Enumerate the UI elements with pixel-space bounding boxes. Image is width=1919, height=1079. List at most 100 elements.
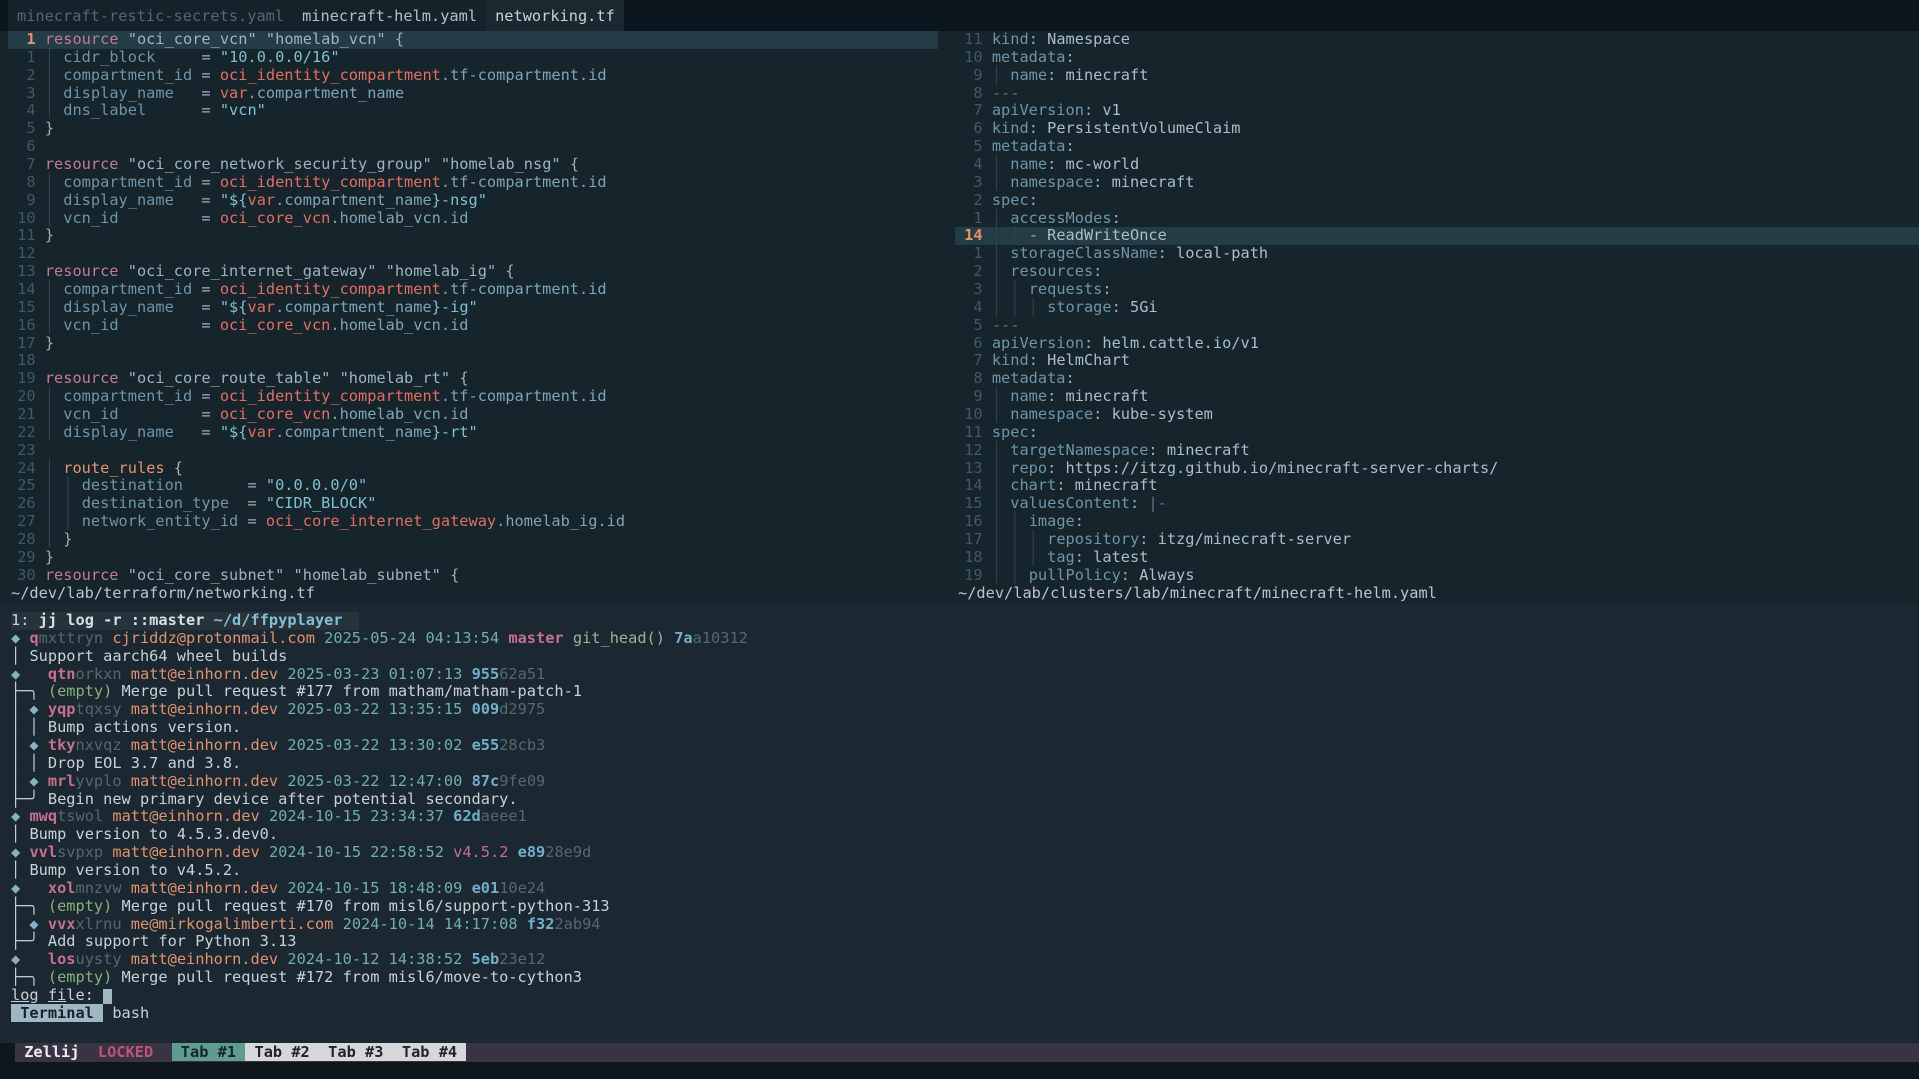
code-line[interactable]: 30 resource "oci_core_subnet" "homelab_s… — [8, 567, 938, 585]
zellij-tab[interactable]: Tab #2 — [245, 1043, 319, 1061]
log-line: ◆ xolmnzvw matt@einhorn.dev 2024-10-15 1… — [11, 880, 1919, 898]
code-line[interactable]: 4 │ │ │ storage: 5Gi — [955, 299, 1919, 317]
code-line[interactable]: 4 │ dns_label = "vcn" — [8, 102, 938, 120]
code-line[interactable]: 13 resource "oci_core_internet_gateway" … — [8, 263, 938, 281]
log-line: ◆ qmxttryn cjriddz@protonmail.com 2025-0… — [11, 630, 1919, 648]
editor-pane-minecraft-helm-yaml[interactable]: 11 kind: Namespace 10 metadata: 9 │ name… — [947, 31, 1919, 604]
code-line[interactable]: 3 │ │ requests: — [955, 281, 1919, 299]
code-line[interactable]: 8 │ compartment_id = oci_identity_compar… — [8, 174, 938, 192]
code-line[interactable]: 14 │ │ - ReadWriteOnce — [955, 227, 1919, 245]
code-line[interactable]: 14 │ compartment_id = oci_identity_compa… — [8, 281, 938, 299]
line-number: 1 — [955, 244, 992, 262]
code-line[interactable]: 7 resource "oci_core_network_security_gr… — [8, 156, 938, 174]
line-number: 14 — [8, 280, 45, 298]
editor-pane-networking-tf[interactable]: 1 resource "oci_core_vcn" "homelab_vcn" … — [0, 31, 938, 604]
line-number: 1 — [8, 48, 45, 66]
line-number: 19 — [8, 369, 45, 387]
line-number: 30 — [8, 566, 45, 584]
code-line[interactable]: 26 │ │ destination_type = "CIDR_BLOCK" — [8, 495, 938, 513]
code-line[interactable]: 1 │ storageClassName: local-path — [955, 245, 1919, 263]
code-line[interactable]: 6 kind: PersistentVolumeClaim — [955, 120, 1919, 138]
code-line[interactable]: 10 │ namespace: kube-system — [955, 406, 1919, 424]
code-line[interactable]: 2 │ resources: — [955, 263, 1919, 281]
code-line[interactable]: 5 metadata: — [955, 138, 1919, 156]
code-line[interactable]: 1 resource "oci_core_vcn" "homelab_vcn" … — [8, 31, 938, 49]
line-number: 6 — [955, 334, 992, 352]
code-line[interactable]: 4 │ name: mc-world — [955, 156, 1919, 174]
code-line[interactable]: 17 │ │ │ repository: itzg/minecraft-serv… — [955, 531, 1919, 549]
code-line[interactable]: 23 — [8, 442, 938, 460]
code-line[interactable]: 19 resource "oci_core_route_table" "home… — [8, 370, 938, 388]
line-number: 11 — [8, 226, 45, 244]
code-line[interactable]: 16 │ vcn_id = oci_core_vcn.homelab_vcn.i… — [8, 317, 938, 335]
log-line: │ ◆ yqptqxsy matt@einhorn.dev 2025-03-22… — [11, 701, 1919, 719]
code-line[interactable]: 7 kind: HelmChart — [955, 352, 1919, 370]
terminal-chip[interactable]: Terminal — [11, 1004, 103, 1022]
code-line[interactable]: 6 apiVersion: helm.cattle.io/v1 — [955, 335, 1919, 353]
code-line[interactable]: 13 │ repo: https://itzg.github.io/minecr… — [955, 460, 1919, 478]
code-line[interactable]: 10 metadata: — [955, 49, 1919, 67]
code-line[interactable]: 18 — [8, 352, 938, 370]
code-line[interactable]: 15 │ valuesContent: |- — [955, 495, 1919, 513]
code-line[interactable]: 11 } — [8, 227, 938, 245]
line-number: 18 — [8, 351, 45, 369]
line-number: 5 — [955, 137, 992, 155]
code-line[interactable]: 29 } — [8, 549, 938, 567]
line-number: 12 — [8, 244, 45, 262]
zellij-tab[interactable]: Tab #1 — [172, 1043, 246, 1061]
code-line[interactable]: 11 kind: Namespace — [955, 31, 1919, 49]
code-line[interactable]: 15 │ display_name = "${var.compartment_n… — [8, 299, 938, 317]
code-line[interactable]: 22 │ display_name = "${var.compartment_n… — [8, 424, 938, 442]
code-line[interactable]: 11 spec: — [955, 424, 1919, 442]
line-number: 28 — [8, 530, 45, 548]
code-line[interactable]: 28 │ } — [8, 531, 938, 549]
buffer-tab[interactable]: minecraft-restic-secrets.yaml — [8, 0, 293, 31]
code-line[interactable]: 17 } — [8, 335, 938, 353]
zellij-tab[interactable]: Tab #4 — [393, 1043, 467, 1061]
code-line[interactable]: 2 │ compartment_id = oci_identity_compar… — [8, 67, 938, 85]
line-number: 9 — [8, 191, 45, 209]
buffer-tab[interactable]: minecraft-helm.yaml — [293, 0, 486, 31]
log-line: ├─╮ (empty) Merge pull request #177 from… — [11, 683, 1919, 701]
buffer-tab[interactable]: networking.tf — [486, 0, 624, 31]
code-line[interactable]: 24 │ route_rules { — [8, 460, 938, 478]
zellij-tab[interactable]: Tab #3 — [319, 1043, 393, 1061]
terminal-pane[interactable]: 1: jj log -r ::master ~/d/ffpyplayer ◆ q… — [0, 604, 1919, 1043]
code-line[interactable]: 19 │ │ pullPolicy: Always — [955, 567, 1919, 585]
code-line[interactable]: 2 spec: — [955, 192, 1919, 210]
code-line[interactable]: 27 │ │ network_entity_id = oci_core_inte… — [8, 513, 938, 531]
zellij-session: minecraft-restic-secrets.yamlminecraft-h… — [0, 0, 1919, 1079]
code-line[interactable]: 3 │ display_name = var.compartment_name — [8, 85, 938, 103]
log-line: ├─╮ (empty) Merge pull request #170 from… — [11, 898, 1919, 916]
code-line[interactable]: 10 │ vcn_id = oci_core_vcn.homelab_vcn.i… — [8, 210, 938, 228]
code-line[interactable]: 14 │ chart: minecraft — [955, 477, 1919, 495]
line-number: 14 — [955, 476, 992, 494]
log-file-prompt[interactable]: log file: — [11, 987, 1919, 1005]
code-line[interactable]: 18 │ │ │ tag: latest — [955, 549, 1919, 567]
code-line[interactable]: 9 │ name: minecraft — [955, 388, 1919, 406]
code-line[interactable]: 12 │ targetNamespace: minecraft — [955, 442, 1919, 460]
line-number: 5 — [955, 316, 992, 334]
line-number: 13 — [8, 262, 45, 280]
code-line[interactable]: 6 — [8, 138, 938, 156]
line-number: 7 — [955, 101, 992, 119]
code-line[interactable]: 5 } — [8, 120, 938, 138]
code-line[interactable]: 20 │ compartment_id = oci_identity_compa… — [8, 388, 938, 406]
code-line[interactable]: 25 │ │ destination = "0.0.0.0/0" — [8, 477, 938, 495]
code-line[interactable]: 21 │ vcn_id = oci_core_vcn.homelab_vcn.i… — [8, 406, 938, 424]
code-line[interactable]: 7 apiVersion: v1 — [955, 102, 1919, 120]
line-number: 9 — [955, 387, 992, 405]
code-line[interactable]: 16 │ │ image: — [955, 513, 1919, 531]
line-number: 25 — [8, 476, 45, 494]
code-line[interactable]: 3 │ namespace: minecraft — [955, 174, 1919, 192]
code-line[interactable]: 1 │ accessModes: — [955, 210, 1919, 228]
code-line[interactable]: 8 metadata: — [955, 370, 1919, 388]
code-line[interactable]: 9 │ name: minecraft — [955, 67, 1919, 85]
log-line: ◆ mwqtswol matt@einhorn.dev 2024-10-15 2… — [11, 808, 1919, 826]
code-line[interactable]: 5 --- — [955, 317, 1919, 335]
code-line[interactable]: 8 --- — [955, 85, 1919, 103]
code-line[interactable]: 9 │ display_name = "${var.compartment_na… — [8, 192, 938, 210]
line-number: 24 — [8, 459, 45, 477]
code-line[interactable]: 12 — [8, 245, 938, 263]
code-line[interactable]: 1 │ cidr_block = "10.0.0.0/16" — [8, 49, 938, 67]
